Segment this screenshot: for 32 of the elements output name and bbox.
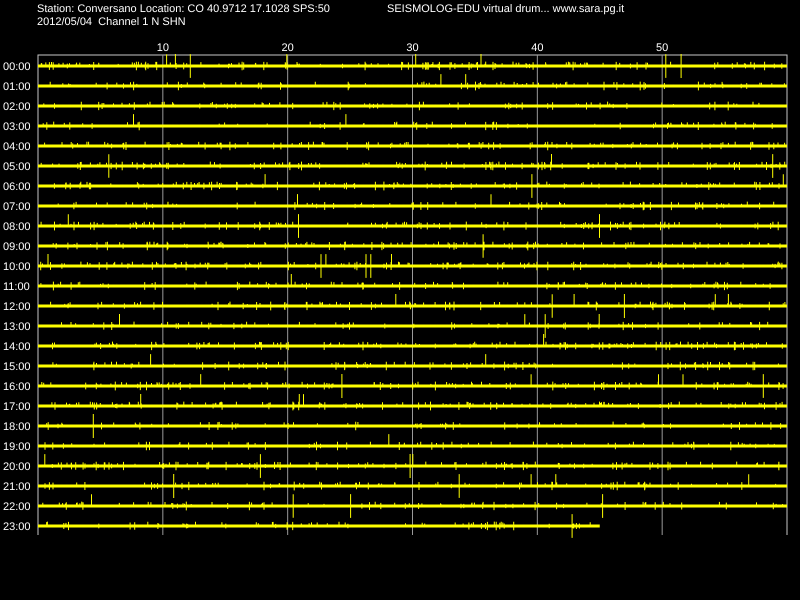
hour-label: 13:00 (3, 321, 31, 333)
hour-label: 19:00 (3, 441, 31, 453)
hour-label: 22:00 (3, 501, 31, 513)
hour-label: 18:00 (3, 421, 31, 433)
hour-label: 09:00 (3, 241, 31, 253)
hour-label: 01:00 (3, 81, 31, 93)
hour-label: 11:00 (3, 281, 30, 293)
hour-label: 21:00 (3, 481, 31, 493)
minute-label: 10 (156, 42, 169, 54)
hour-label: 03:00 (3, 121, 31, 133)
hour-label: 06:00 (3, 181, 31, 193)
hour-label: 05:00 (3, 161, 31, 173)
minute-label: 20 (282, 42, 294, 54)
station-info: Station: Conversano Location: CO 40.9712 17.1028 SPS:50 (37, 3, 331, 16)
minute-label: 50 (656, 42, 668, 54)
hour-label: 15:00 (3, 361, 31, 373)
hour-label: 00:00 (3, 61, 31, 73)
hour-label: 20:00 (3, 461, 31, 473)
hour-label: 07:00 (3, 201, 31, 213)
hour-label: 23:00 (3, 521, 31, 533)
hour-label: 16:00 (3, 381, 31, 393)
date-channel-info: 2012/05/04 Channel 1 N SHN (36, 16, 187, 29)
minute-label: 40 (531, 42, 544, 54)
hour-label: 12:00 (3, 301, 31, 313)
minute-label: 30 (406, 42, 419, 54)
app-title: SEISMOLOG-EDU virtual drum... www.sara.pg.it (387, 3, 624, 16)
hour-label: 10:00 (3, 261, 31, 273)
hour-label: 02:00 (3, 101, 31, 113)
hour-label: 14:00 (3, 341, 31, 353)
hour-label: 08:00 (3, 221, 31, 233)
hour-label: 17:00 (3, 401, 31, 413)
hour-label: 04:00 (3, 141, 31, 153)
